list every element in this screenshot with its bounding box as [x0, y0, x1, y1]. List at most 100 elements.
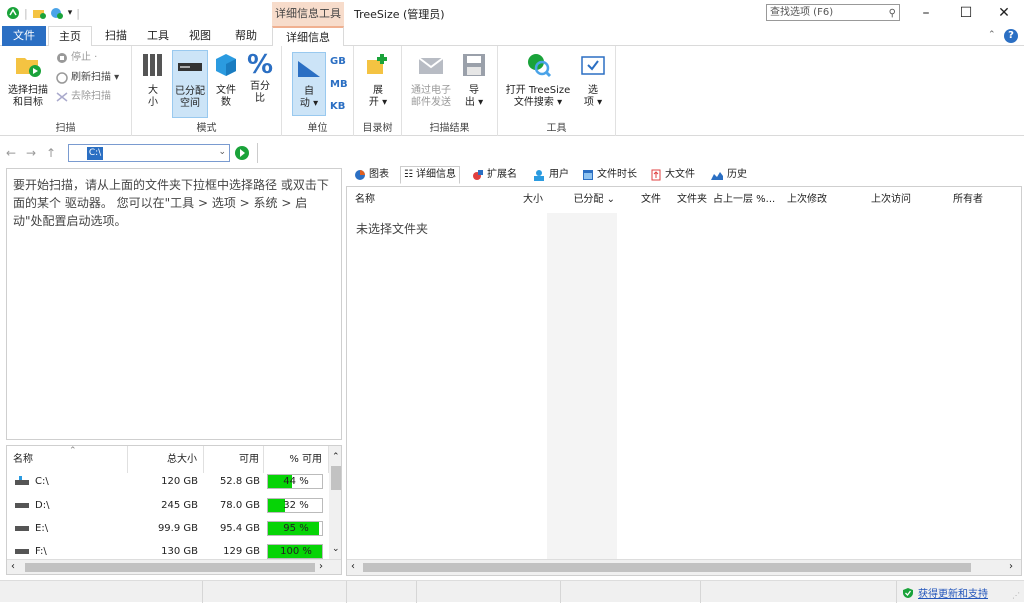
chevron-down-icon[interactable]: ⌄: [218, 147, 226, 157]
unit-kb-button[interactable]: KB: [330, 101, 345, 113]
tab-scan[interactable]: 扫描: [96, 26, 136, 46]
tab-history-label: 历史: [727, 169, 747, 180]
folder-tree-pane[interactable]: 要开始扫描，请从上面的文件夹下拉框中选择路径 或双击下面的某个 驱动器。 您可以…: [6, 168, 342, 440]
users-icon: [534, 170, 544, 181]
up-arrow-icon[interactable]: ↑: [46, 146, 56, 160]
tab-file[interactable]: 文件: [2, 26, 46, 46]
drive-list-hscrollbar[interactable]: ‹ ›: [7, 559, 341, 574]
tab-home[interactable]: 主页: [48, 26, 92, 47]
stop-label: 停止 ·: [71, 52, 98, 63]
ribbon-group-scan: 选择扫描 和目标 停止 · 刷新扫描 ▾ 去除扫描 扫描: [0, 46, 132, 136]
unit-gb-button[interactable]: GB: [330, 56, 346, 68]
size-bars-icon: [143, 54, 162, 76]
maximize-button[interactable]: ☐: [946, 0, 986, 26]
drive-col-name[interactable]: 名称: [7, 446, 128, 473]
start-scan-icon[interactable]: [234, 145, 250, 161]
back-arrow-icon[interactable]: ←: [6, 146, 16, 160]
qat-customize-icon[interactable]: ▾: [68, 8, 73, 18]
tab-chart[interactable]: 图表: [354, 166, 389, 184]
tab-large-files[interactable]: 大文件: [650, 166, 695, 184]
export-button[interactable]: 导 出 ▾: [458, 52, 490, 109]
ribbon-group-tools: 打开 TreeSize 文件搜索 ▾ 选 项 ▾ 工具: [498, 46, 616, 136]
tab-file-age-label: 文件时长: [597, 169, 637, 180]
search-options-input[interactable]: 查找选项 (F6) ⚲: [766, 4, 900, 21]
close-button[interactable]: ✕: [984, 0, 1024, 26]
col-parent-pct[interactable]: 占上一层 %...: [713, 187, 775, 213]
folder-scan-icon[interactable]: [32, 6, 46, 20]
col-last-modified[interactable]: 上次修改: [787, 187, 827, 213]
group-label-results: 扫描结果: [429, 123, 470, 134]
tab-details-view[interactable]: ☷ 详细信息: [400, 166, 460, 184]
col-allocated[interactable]: 已分配 ⌄: [557, 187, 615, 213]
drive-total: 120 GB: [161, 476, 198, 487]
search-icon[interactable]: ⚲: [889, 6, 896, 21]
scroll-thumb[interactable]: [25, 563, 315, 572]
refresh-scan-icon[interactable]: [50, 6, 64, 20]
remove-scan-button[interactable]: 去除扫描: [56, 91, 111, 103]
drive-row[interactable]: C:\ 120 GB 52.8 GB 44 %: [7, 470, 327, 493]
details-hscrollbar[interactable]: ‹ ›: [347, 559, 1021, 575]
tab-tools[interactable]: 工具: [140, 26, 176, 46]
scroll-thumb[interactable]: [331, 466, 341, 490]
path-combobox[interactable]: C:\ ⌄: [68, 144, 230, 162]
scroll-down-icon[interactable]: ⌄: [332, 544, 340, 554]
collapse-ribbon-icon[interactable]: ⌃: [988, 30, 996, 40]
status-divider: [346, 581, 347, 603]
col-name[interactable]: 名称: [355, 187, 375, 213]
select-scan-button[interactable]: 选择扫描 和目标: [6, 52, 50, 109]
treesize-logo-icon[interactable]: [6, 6, 20, 20]
refresh-scan-button[interactable]: 刷新扫描 ▾: [56, 72, 119, 84]
tab-view[interactable]: 视图: [182, 26, 218, 46]
col-files[interactable]: 文件: [623, 187, 661, 213]
tab-users-label: 用户: [549, 169, 569, 180]
options-label-2: 项 ▾: [583, 97, 603, 108]
mode-allocated-button[interactable]: 已分配 空间: [172, 50, 208, 118]
mode-percent-button[interactable]: % 百分 比: [244, 52, 276, 105]
scroll-thumb[interactable]: [363, 563, 971, 572]
drive-total: 245 GB: [161, 500, 198, 511]
get-updates-link[interactable]: 获得更新和支持: [902, 585, 988, 600]
email-results-button[interactable]: 通过电子 邮件发送: [408, 52, 454, 109]
scroll-up-icon[interactable]: ⌃: [332, 452, 340, 462]
open-filesearch-button[interactable]: 打开 TreeSize 文件搜索 ▾: [502, 52, 574, 109]
unit-auto-button[interactable]: 自 动 ▾: [292, 52, 326, 116]
tab-details[interactable]: 详细信息: [272, 26, 344, 47]
tab-help[interactable]: 帮助: [226, 26, 266, 46]
col-folders[interactable]: 文件夹: [665, 187, 707, 213]
tab-extensions[interactable]: 扩展名: [472, 166, 517, 184]
drive-free: 78.0 GB: [219, 500, 260, 511]
tab-history[interactable]: 历史: [710, 166, 747, 184]
details-list-icon: ☷: [404, 169, 413, 180]
drive-list-vscrollbar[interactable]: ⌃ ⌄: [329, 446, 341, 559]
drive-col-free[interactable]: 可用: [204, 446, 264, 473]
ribbon: 选择扫描 和目标 停止 · 刷新扫描 ▾ 去除扫描 扫描 大 小 已分配 空间: [0, 46, 1024, 136]
drive-row[interactable]: E:\ 99.9 GB 95.4 GB 95 %: [7, 517, 327, 540]
drive-col-total[interactable]: 总大小: [128, 446, 204, 473]
tab-file-age[interactable]: 文件时长: [582, 166, 637, 184]
details-list[interactable]: 名称 大小 已分配 ⌄ 文件 文件夹 占上一层 %... 上次修改 上次访问 所…: [346, 186, 1022, 576]
drive-col-pct[interactable]: % 可用: [264, 446, 329, 473]
expand-button[interactable]: 展 开 ▾: [362, 52, 394, 109]
forward-arrow-icon[interactable]: →: [26, 146, 36, 160]
scroll-left-icon[interactable]: ‹: [11, 561, 15, 572]
help-icon[interactable]: ?: [1004, 29, 1018, 43]
col-last-access[interactable]: 上次访问: [871, 187, 911, 213]
free-space-bar: 95 %: [267, 521, 323, 536]
mode-size-button[interactable]: 大 小: [140, 52, 166, 109]
scroll-left-icon[interactable]: ‹: [351, 561, 355, 572]
status-divider: [700, 581, 701, 603]
scroll-right-icon[interactable]: ›: [1009, 561, 1013, 572]
scroll-right-icon[interactable]: ›: [319, 561, 323, 572]
col-size[interactable]: 大小: [497, 187, 543, 213]
unit-mb-button[interactable]: MB: [330, 79, 348, 91]
stop-button[interactable]: 停止 ·: [56, 52, 97, 64]
drive-row[interactable]: D:\ 245 GB 78.0 GB 32 %: [7, 494, 327, 517]
resize-grip-icon[interactable]: ⋰: [1012, 591, 1020, 600]
tab-users[interactable]: 用户: [532, 166, 569, 184]
unit-auto-label-2: 动 ▾: [299, 98, 319, 109]
col-owner[interactable]: 所有者: [953, 187, 983, 213]
minimize-button[interactable]: –: [906, 0, 946, 26]
options-button[interactable]: 选 项 ▾: [576, 52, 610, 109]
expand-tree-icon: [367, 54, 387, 74]
mode-files-button[interactable]: 文件 数: [212, 52, 240, 109]
